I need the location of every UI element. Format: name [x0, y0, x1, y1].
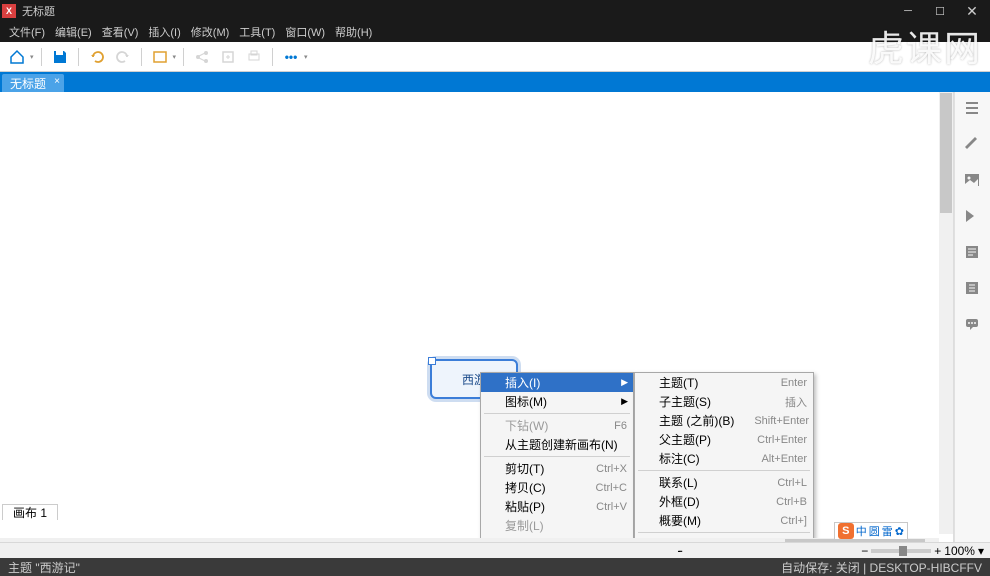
image-icon[interactable]	[964, 172, 982, 190]
zoom-out-button[interactable]: −	[861, 544, 868, 558]
menu-help[interactable]: 帮助(H)	[330, 24, 377, 40]
menu-modify[interactable]: 修改(M)	[186, 24, 235, 40]
more-button[interactable]: •••	[280, 46, 302, 68]
ime-toolbar[interactable]: S 中 圆 雷 ✿	[834, 522, 908, 540]
menu-item[interactable]: 粘贴(P)Ctrl+V	[481, 497, 633, 516]
export-button[interactable]	[217, 46, 239, 68]
save-button[interactable]	[49, 46, 71, 68]
minimize-button[interactable]: ─	[892, 1, 924, 21]
vertical-scrollbar[interactable]	[939, 92, 953, 534]
close-button[interactable]: ✕	[956, 1, 988, 21]
status-right: 自动保存: 关闭 | DESKTOP-HIBCFFV	[781, 559, 982, 576]
tabbar: 无标题 ×	[0, 72, 990, 92]
menu-item[interactable]: 外框(D)Ctrl+B	[635, 492, 813, 511]
document-tab[interactable]: 无标题 ×	[2, 74, 64, 92]
redo-button[interactable]	[112, 46, 134, 68]
menu-item[interactable]: 剪切(T)Ctrl+X	[481, 459, 633, 478]
menu-item[interactable]: 拷贝(C)Ctrl+C	[481, 478, 633, 497]
menu-item: 下钻(W)F6	[481, 416, 633, 435]
comments-icon[interactable]	[964, 316, 982, 334]
statusbar: 主题 "西游记" 自动保存: 关闭 | DESKTOP-HIBCFFV	[0, 558, 990, 576]
menu-item[interactable]: 联系(L)Ctrl+L	[635, 473, 813, 492]
dropdown-arrow-icon[interactable]: ▾	[304, 53, 308, 61]
home-button[interactable]	[6, 46, 28, 68]
menu-item[interactable]: 插入(I)▶	[481, 373, 633, 392]
menu-file[interactable]: 文件(F)	[4, 24, 50, 40]
menu-item[interactable]: 从主题创建新画布(N)Ctrl+Alt+T	[481, 435, 633, 454]
menu-item[interactable]: 主题(T)Enter	[635, 373, 813, 392]
menu-item[interactable]: 子主题(S)插入	[635, 392, 813, 411]
task-icon[interactable]	[964, 280, 982, 298]
zoom-dropdown[interactable]: ▾	[978, 544, 984, 558]
menu-item[interactable]: 主题 (之前)(B)Shift+Enter	[635, 411, 813, 430]
marker-icon[interactable]	[964, 208, 982, 226]
canvas[interactable]: 西游 插入(I)▶图标(M)▶下钻(W)F6从主题创建新画布(N)Ctrl+Al…	[2, 94, 951, 534]
menu-item[interactable]: 概要(M)Ctrl+]	[635, 511, 813, 530]
undo-button[interactable]	[86, 46, 108, 68]
share-button[interactable]	[191, 46, 213, 68]
dropdown-arrow-icon[interactable]: ▾	[30, 53, 34, 61]
print-button[interactable]	[243, 46, 265, 68]
window-title: 无标题	[22, 3, 892, 19]
menu-item[interactable]: 标注(C)Alt+Enter	[635, 449, 813, 468]
app-icon: X	[2, 4, 16, 18]
menubar: 文件(F) 编辑(E) 查看(V) 插入(I) 修改(M) 工具(T) 窗口(W…	[0, 22, 990, 42]
menu-item[interactable]: 父主题(P)Ctrl+Enter	[635, 430, 813, 449]
toolbar: ▾ ▾ ••• ▾	[0, 42, 990, 72]
format-icon[interactable]	[964, 136, 982, 154]
outline-icon[interactable]	[964, 100, 982, 118]
context-menu: 插入(I)▶图标(M)▶ 下钻(W)F6从主题创建新画布(N)Ctrl+Alt+T…	[480, 372, 634, 552]
zoom-bar: − + 100% ▾	[0, 542, 990, 558]
menu-tools[interactable]: 工具(T)	[234, 24, 280, 40]
dropdown-arrow-icon[interactable]: ▾	[173, 53, 177, 61]
tab-close-icon[interactable]: ×	[54, 76, 60, 87]
insert-submenu: 主题(T)Enter子主题(S)插入主题 (之前)(B)Shift+Enter父…	[634, 372, 814, 552]
notes-icon[interactable]	[964, 244, 982, 262]
menu-window[interactable]: 窗口(W)	[280, 24, 330, 40]
menu-item[interactable]: 图标(M)▶	[481, 392, 633, 411]
menu-item: 复制(L)	[481, 516, 633, 535]
tab-label: 无标题	[10, 75, 46, 92]
right-sidebar	[954, 92, 990, 552]
menu-edit[interactable]: 编辑(E)	[50, 24, 97, 40]
zoom-value[interactable]: 100%	[944, 544, 975, 558]
new-sheet-button[interactable]	[149, 46, 171, 68]
canvas-sheet-tab[interactable]: 画布 1	[2, 504, 58, 520]
maximize-button[interactable]: ☐	[924, 1, 956, 21]
menu-insert[interactable]: 插入(I)	[143, 24, 185, 40]
status-left: 主题 "西游记"	[8, 559, 80, 576]
zoom-in-button[interactable]: +	[934, 544, 941, 558]
menu-view[interactable]: 查看(V)	[97, 24, 144, 40]
